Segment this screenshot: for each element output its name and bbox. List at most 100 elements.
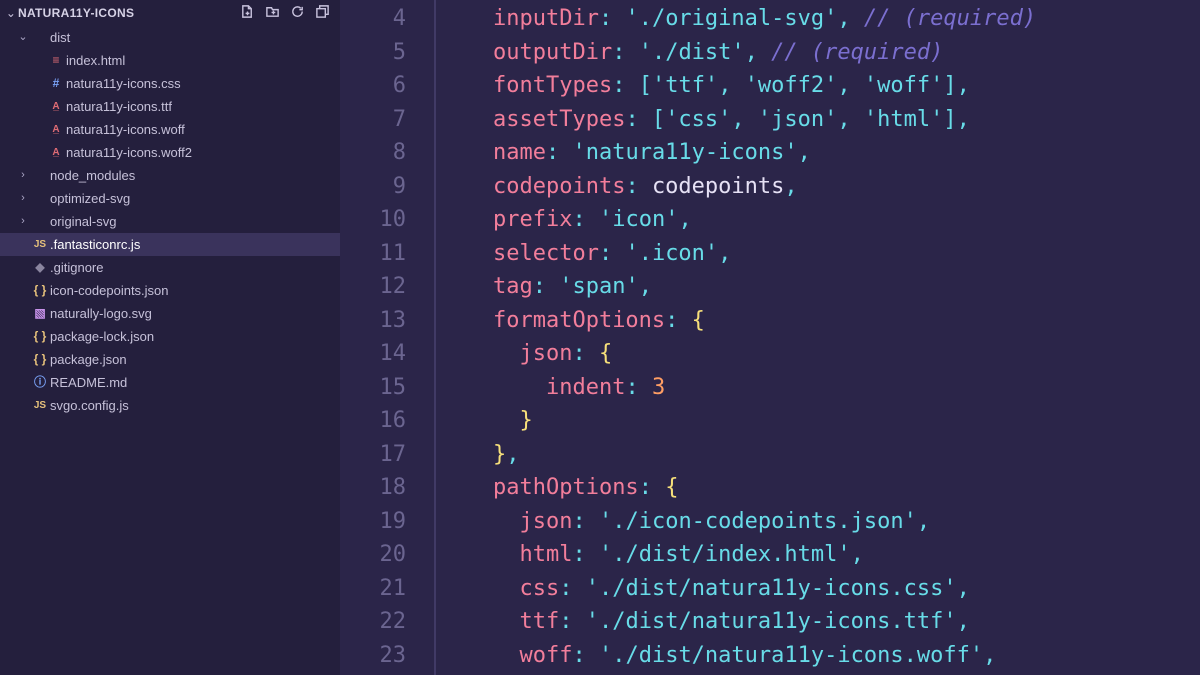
line-number: 5 [340, 36, 406, 70]
code-line[interactable]: indent: 3 [440, 371, 1200, 405]
explorer-title: NATURA11Y-ICONS [18, 6, 240, 20]
code-line[interactable]: pathOptions: { [440, 471, 1200, 505]
line-number: 14 [340, 337, 406, 371]
code-line[interactable]: formatOptions: { [440, 304, 1200, 338]
file-item[interactable]: ◆.gitignore [0, 256, 340, 279]
chevron-right-icon[interactable]: › [16, 210, 30, 233]
new-file-icon[interactable] [240, 4, 255, 22]
file-name: svgo.config.js [50, 394, 340, 417]
file-name: original-svg [50, 210, 340, 233]
line-number: 19 [340, 505, 406, 539]
code-line[interactable]: name: 'natura11y-icons', [440, 136, 1200, 170]
file-name: naturally-logo.svg [50, 302, 340, 325]
explorer-actions [240, 4, 334, 22]
file-name: node_modules [50, 164, 340, 187]
code-line[interactable]: html: './dist/index.html', [440, 538, 1200, 572]
line-number: 12 [340, 270, 406, 304]
code-line[interactable]: } [440, 404, 1200, 438]
line-number: 4 [340, 2, 406, 36]
font-icon: A̲ [46, 141, 66, 164]
json-icon: { } [30, 325, 50, 348]
code-line[interactable]: selector: '.icon', [440, 237, 1200, 271]
collapse-all-icon[interactable] [315, 4, 330, 22]
line-number: 8 [340, 136, 406, 170]
line-number: 13 [340, 304, 406, 338]
file-name: natura11y-icons.woff2 [66, 141, 340, 164]
file-item[interactable]: A̲natura11y-icons.ttf [0, 95, 340, 118]
line-number-gutter: 4567891011121314151617181920212223 [340, 0, 436, 675]
file-item[interactable]: ≡index.html [0, 49, 340, 72]
line-number: 16 [340, 404, 406, 438]
file-name: optimized-svg [50, 187, 340, 210]
line-number: 20 [340, 538, 406, 572]
css-icon: # [46, 72, 66, 95]
code-line[interactable]: prefix: 'icon', [440, 203, 1200, 237]
explorer-header[interactable]: ⌄ NATURA11Y-ICONS [0, 0, 340, 26]
file-item[interactable]: ⓘREADME.md [0, 371, 340, 394]
code-line[interactable]: fontTypes: ['ttf', 'woff2', 'woff'], [440, 69, 1200, 103]
file-name: .gitignore [50, 256, 340, 279]
json-icon: { } [30, 348, 50, 371]
file-item[interactable]: ▧naturally-logo.svg [0, 302, 340, 325]
file-name: package.json [50, 348, 340, 371]
git-icon: ◆ [30, 256, 50, 279]
file-name: .fantasticonrc.js [50, 233, 340, 256]
svg-icon: ▧ [30, 302, 50, 325]
folder-item[interactable]: ⌄dist [0, 26, 340, 49]
file-item[interactable]: { }package.json [0, 348, 340, 371]
file-name: natura11y-icons.css [66, 72, 340, 95]
file-name: package-lock.json [50, 325, 340, 348]
folder-item[interactable]: › optimized-svg [0, 187, 340, 210]
file-item[interactable]: JS.fantasticonrc.js [0, 233, 340, 256]
md-icon: ⓘ [30, 371, 50, 394]
file-item[interactable]: { }package-lock.json [0, 325, 340, 348]
file-name: icon-codepoints.json [50, 279, 340, 302]
file-name: natura11y-icons.ttf [66, 95, 340, 118]
chevron-right-icon[interactable]: › [16, 187, 30, 210]
file-item[interactable]: A̲natura11y-icons.woff [0, 118, 340, 141]
refresh-icon[interactable] [290, 4, 305, 22]
js-icon: JS [30, 394, 50, 417]
folder-item[interactable]: › original-svg [0, 210, 340, 233]
file-name: natura11y-icons.woff [66, 118, 340, 141]
explorer-sidebar: ⌄ NATURA11Y-ICONS ⌄dist≡index.html#natur… [0, 0, 340, 675]
code-line[interactable]: json: './icon-codepoints.json', [440, 505, 1200, 539]
line-number: 17 [340, 438, 406, 472]
file-name: README.md [50, 371, 340, 394]
line-number: 6 [340, 69, 406, 103]
html-icon: ≡ [46, 49, 66, 72]
code-line[interactable]: }, [440, 438, 1200, 472]
file-item[interactable]: #natura11y-icons.css [0, 72, 340, 95]
chevron-down-icon[interactable]: ⌄ [16, 26, 30, 49]
line-number: 18 [340, 471, 406, 505]
code-line[interactable]: css: './dist/natura11y-icons.css', [440, 572, 1200, 606]
file-item[interactable]: { }icon-codepoints.json [0, 279, 340, 302]
code-line[interactable]: assetTypes: ['css', 'json', 'html'], [440, 103, 1200, 137]
line-number: 9 [340, 170, 406, 204]
new-folder-icon[interactable] [265, 4, 280, 22]
code-line[interactable]: outputDir: './dist', // (required) [440, 36, 1200, 70]
file-name: index.html [66, 49, 340, 72]
line-number: 11 [340, 237, 406, 271]
line-number: 21 [340, 572, 406, 606]
line-number: 15 [340, 371, 406, 405]
font-icon: A̲ [46, 95, 66, 118]
code-editor[interactable]: 4567891011121314151617181920212223 input… [340, 0, 1200, 675]
file-item[interactable]: JSsvgo.config.js [0, 394, 340, 417]
line-number: 23 [340, 639, 406, 673]
code-line[interactable]: codepoints: codepoints, [440, 170, 1200, 204]
code-content[interactable]: inputDir: './original-svg', // (required… [436, 0, 1200, 675]
file-tree: ⌄dist≡index.html#natura11y-icons.cssA̲na… [0, 26, 340, 417]
line-number: 7 [340, 103, 406, 137]
code-line[interactable]: woff: './dist/natura11y-icons.woff', [440, 639, 1200, 673]
code-line[interactable]: tag: 'span', [440, 270, 1200, 304]
file-item[interactable]: A̲natura11y-icons.woff2 [0, 141, 340, 164]
code-line[interactable]: inputDir: './original-svg', // (required… [440, 2, 1200, 36]
folder-item[interactable]: › node_modules [0, 164, 340, 187]
code-line[interactable]: json: { [440, 337, 1200, 371]
line-number: 22 [340, 605, 406, 639]
code-line[interactable]: ttf: './dist/natura11y-icons.ttf', [440, 605, 1200, 639]
chevron-right-icon[interactable]: › [16, 164, 30, 187]
font-icon: A̲ [46, 118, 66, 141]
json-icon: { } [30, 279, 50, 302]
